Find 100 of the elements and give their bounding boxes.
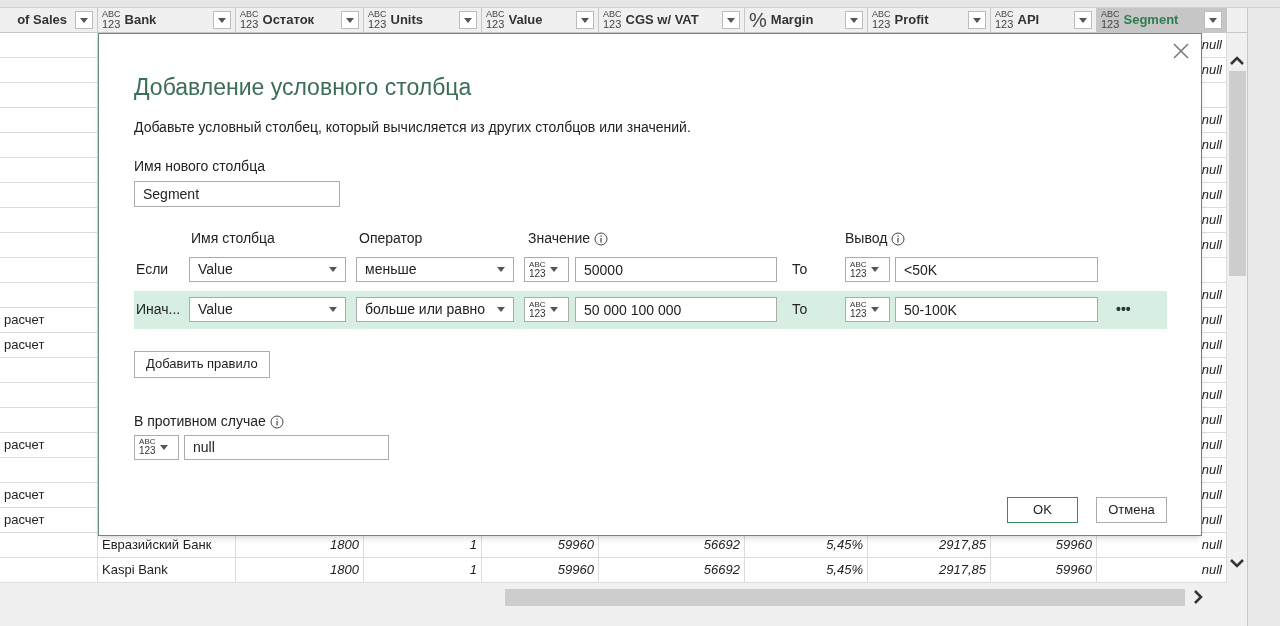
filter-button[interactable] bbox=[576, 11, 594, 29]
table-cell-text: null bbox=[1201, 561, 1222, 580]
input-field[interactable]: Segment bbox=[134, 180, 340, 207]
column-name: Value bbox=[508, 11, 544, 30]
rule-label: Если bbox=[135, 260, 170, 279]
type-dropdown[interactable]: ABC 123 bbox=[845, 297, 890, 322]
type-icon: ABC 123 bbox=[368, 10, 387, 30]
column-name: Bank bbox=[124, 11, 158, 30]
table-cell-text: расчет bbox=[4, 511, 45, 530]
cancel-button[interactable]: Отмена bbox=[1096, 496, 1167, 523]
filter-button[interactable] bbox=[341, 11, 359, 29]
caret-icon bbox=[497, 307, 505, 312]
type-dropdown[interactable]: ABC 123 bbox=[524, 257, 569, 282]
filter-button[interactable] bbox=[75, 11, 93, 29]
type-dropdown[interactable]: ABC 123 bbox=[134, 434, 179, 460]
table-cell-text: 56692 bbox=[703, 561, 740, 580]
column-name: API bbox=[1017, 11, 1041, 30]
caret-icon bbox=[870, 267, 879, 272]
column-name: of Sales bbox=[16, 11, 68, 30]
type-dropdown[interactable]: ABC 123 bbox=[845, 257, 890, 282]
filter-button[interactable] bbox=[459, 11, 477, 29]
more-button[interactable]: ••• bbox=[1116, 299, 1131, 320]
info-icon[interactable] bbox=[891, 231, 906, 246]
column-name: Units bbox=[390, 11, 424, 30]
table-cell-text: null bbox=[1201, 461, 1222, 480]
dropdown[interactable]: больше или равно bbox=[356, 297, 514, 322]
caret-icon bbox=[218, 17, 226, 23]
info-icon[interactable] bbox=[269, 414, 284, 429]
table-cell-text: null bbox=[1201, 311, 1222, 330]
table-cell-text: null bbox=[1201, 161, 1222, 180]
dropdown[interactable]: Value bbox=[189, 257, 346, 282]
field-label: В противном случае bbox=[134, 412, 266, 431]
caret-icon bbox=[1209, 17, 1217, 23]
caret-icon bbox=[973, 17, 981, 23]
table-cell-text: null bbox=[1201, 36, 1222, 55]
type-icon: ABC 123 bbox=[102, 10, 121, 30]
filter-button[interactable] bbox=[1074, 11, 1092, 29]
table-cell-text: null bbox=[1201, 511, 1222, 530]
table-cell-text: null bbox=[1201, 486, 1222, 505]
dropdown[interactable]: меньше bbox=[356, 257, 514, 282]
caret-icon bbox=[1079, 17, 1087, 23]
caret-icon bbox=[329, 307, 337, 312]
type-icon: ABC 123 bbox=[603, 10, 622, 30]
table-cell-text: null bbox=[1201, 411, 1222, 430]
table-cell-text: 56692 bbox=[703, 536, 740, 555]
caret-icon bbox=[549, 307, 558, 312]
filter-button[interactable] bbox=[845, 11, 863, 29]
column-header[interactable]: % Margin bbox=[745, 8, 868, 32]
column-header[interactable]: of Sales bbox=[0, 8, 98, 32]
caret-icon bbox=[159, 444, 168, 450]
type-icon: ABC 123 bbox=[240, 10, 259, 30]
caret-icon bbox=[870, 307, 879, 312]
filter-button[interactable] bbox=[722, 11, 740, 29]
table-cell-text: 59960 bbox=[557, 561, 594, 580]
column-name: Profit bbox=[894, 11, 930, 30]
column-name: Segment bbox=[1123, 11, 1180, 30]
table-cell-text: 5,45% bbox=[826, 561, 863, 580]
table-cell-text: 2917,85 bbox=[939, 536, 986, 555]
table-cell-text: 1 bbox=[469, 561, 477, 580]
ok-button[interactable]: OK bbox=[1007, 496, 1078, 523]
input-field[interactable]: <50K bbox=[895, 257, 1098, 282]
column-name: Остаток bbox=[262, 11, 316, 30]
column-heading: Вывод bbox=[845, 229, 888, 248]
table-cell-text: null bbox=[1201, 536, 1222, 555]
dropdown[interactable]: Value bbox=[189, 297, 346, 322]
filter-button[interactable] bbox=[213, 11, 231, 29]
table-cell-text: null bbox=[1201, 436, 1222, 455]
close-icon[interactable] bbox=[1173, 43, 1189, 59]
then-label: То bbox=[791, 300, 809, 319]
table-cell-text: расчет bbox=[4, 336, 45, 355]
input-field[interactable]: null bbox=[184, 434, 389, 460]
table-cell-text: расчет bbox=[4, 486, 45, 505]
add-rule-button[interactable]: Добавить правило bbox=[134, 350, 270, 378]
input-field[interactable]: 50-100K bbox=[895, 297, 1098, 322]
table-cell-text: 59960 bbox=[1055, 561, 1092, 580]
table-cell-text: Kaspi Bank bbox=[102, 561, 168, 580]
type-icon: ABC 123 bbox=[486, 10, 505, 30]
table-cell-text: 59960 bbox=[1055, 536, 1092, 555]
table-cell-text: расчет bbox=[4, 436, 45, 455]
column-name: Margin bbox=[770, 11, 815, 30]
filter-button[interactable] bbox=[1204, 11, 1222, 29]
percent-type-icon: % bbox=[749, 10, 767, 30]
caret-icon bbox=[581, 17, 589, 23]
table-cell-text: 2917,85 bbox=[939, 561, 986, 580]
dialog-title: Добавление условного столбца bbox=[134, 73, 473, 102]
filter-button[interactable] bbox=[968, 11, 986, 29]
column-name: CGS w/ VAT bbox=[625, 11, 700, 30]
type-icon: ABC 123 bbox=[1101, 10, 1120, 30]
caret-icon bbox=[497, 267, 505, 272]
table-cell-text: null bbox=[1201, 111, 1222, 130]
type-icon: ABC 123 bbox=[872, 10, 891, 30]
type-dropdown[interactable]: ABC 123 bbox=[524, 297, 569, 322]
caret-icon bbox=[549, 267, 558, 272]
caret-icon bbox=[346, 17, 354, 23]
input-field[interactable]: 50 000 100 000 bbox=[575, 297, 777, 322]
input-field[interactable]: 50000 bbox=[575, 257, 777, 282]
info-icon[interactable] bbox=[594, 231, 609, 246]
table-cell-text: null bbox=[1201, 136, 1222, 155]
dialog-description: Добавьте условный столбец, который вычисляется из других столбцов или значений. bbox=[134, 117, 692, 137]
table-cell-text: null bbox=[1201, 186, 1222, 205]
